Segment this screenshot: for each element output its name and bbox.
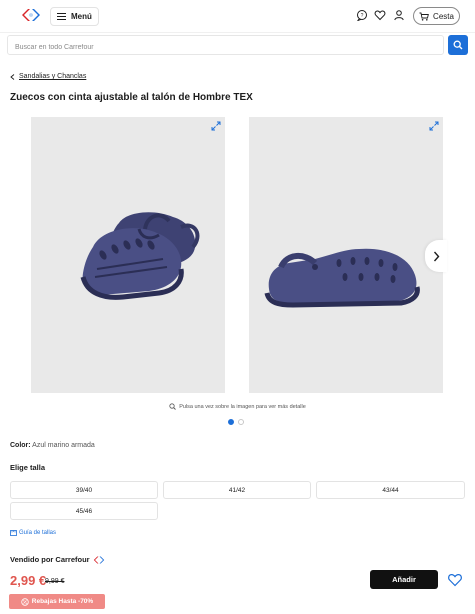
size-option[interactable]: 41/42 [163,481,311,499]
menu-button[interactable]: Menú [50,7,99,26]
search-button[interactable] [448,35,468,55]
carousel-dot-2[interactable] [238,419,244,425]
search-input[interactable] [8,38,443,57]
cart-label: Cesta [433,11,454,21]
search-icon [453,40,463,50]
breadcrumb[interactable]: Sandalias y Chanclas [10,73,86,80]
carrefour-logo-small [93,556,104,563]
carrefour-logo[interactable] [20,8,42,22]
zoom-icon [169,403,177,410]
size-guide-text[interactable]: Guía de tallas [19,530,56,536]
expand-icon[interactable] [429,121,439,131]
color-row: Color: Azul marino armada [10,442,95,449]
promo-text: Rebajas Hasta -70% [31,598,94,605]
size-guide-link[interactable]: Guía de tallas [10,530,56,536]
current-price: 2,99 € [10,573,47,588]
chevron-left-icon [10,73,15,80]
old-price: 9,99 € [45,578,65,585]
svg-text:?: ? [361,13,364,19]
seller-info: Vendido por Carrefour [10,555,105,564]
seller-text: Vendido por Carrefour [10,555,90,564]
carousel-dot-1[interactable] [228,419,234,425]
breadcrumb-link[interactable]: Sandalias y Chanclas [19,73,86,80]
clog-pair-image [80,212,200,300]
cart-button[interactable]: Cesta [413,7,460,25]
clog-side-image [264,248,420,308]
image-hint-text: Pulsa una vez sobre la imagen para ver m… [179,403,306,410]
size-label: Elige talla [10,463,46,472]
chevron-right-icon [433,251,439,261]
color-label: Color: [10,442,31,449]
product-image-1[interactable] [31,117,225,393]
chat-icon[interactable]: ? [356,9,368,21]
heart-icon[interactable] [374,9,386,21]
page-title: Zuecos con cinta ajustable al talón de H… [10,92,253,103]
expand-icon[interactable] [211,121,221,131]
hamburger-icon [57,13,66,20]
menu-label: Menú [71,12,92,21]
add-to-cart-button[interactable]: Añadir [370,570,438,589]
top-header: Menú ? Cesta [0,0,475,33]
discount-icon [21,597,29,606]
color-value: Azul marino armada [32,442,95,449]
user-icon[interactable] [393,9,405,21]
carousel-dots [228,419,244,425]
cart-icon [419,12,429,21]
wishlist-heart-icon[interactable] [447,572,463,588]
product-image-2[interactable] [249,117,443,393]
size-option[interactable]: 45/46 [10,502,158,520]
size-option[interactable]: 39/40 [10,481,158,499]
ruler-icon [10,530,17,536]
carousel-next-button[interactable] [425,240,447,272]
promo-badge: Rebajas Hasta -70% [9,594,105,609]
image-hint: Pulsa una vez sobre la imagen para ver m… [0,403,475,410]
size-option[interactable]: 43/44 [316,481,465,499]
search-bar [7,35,444,57]
